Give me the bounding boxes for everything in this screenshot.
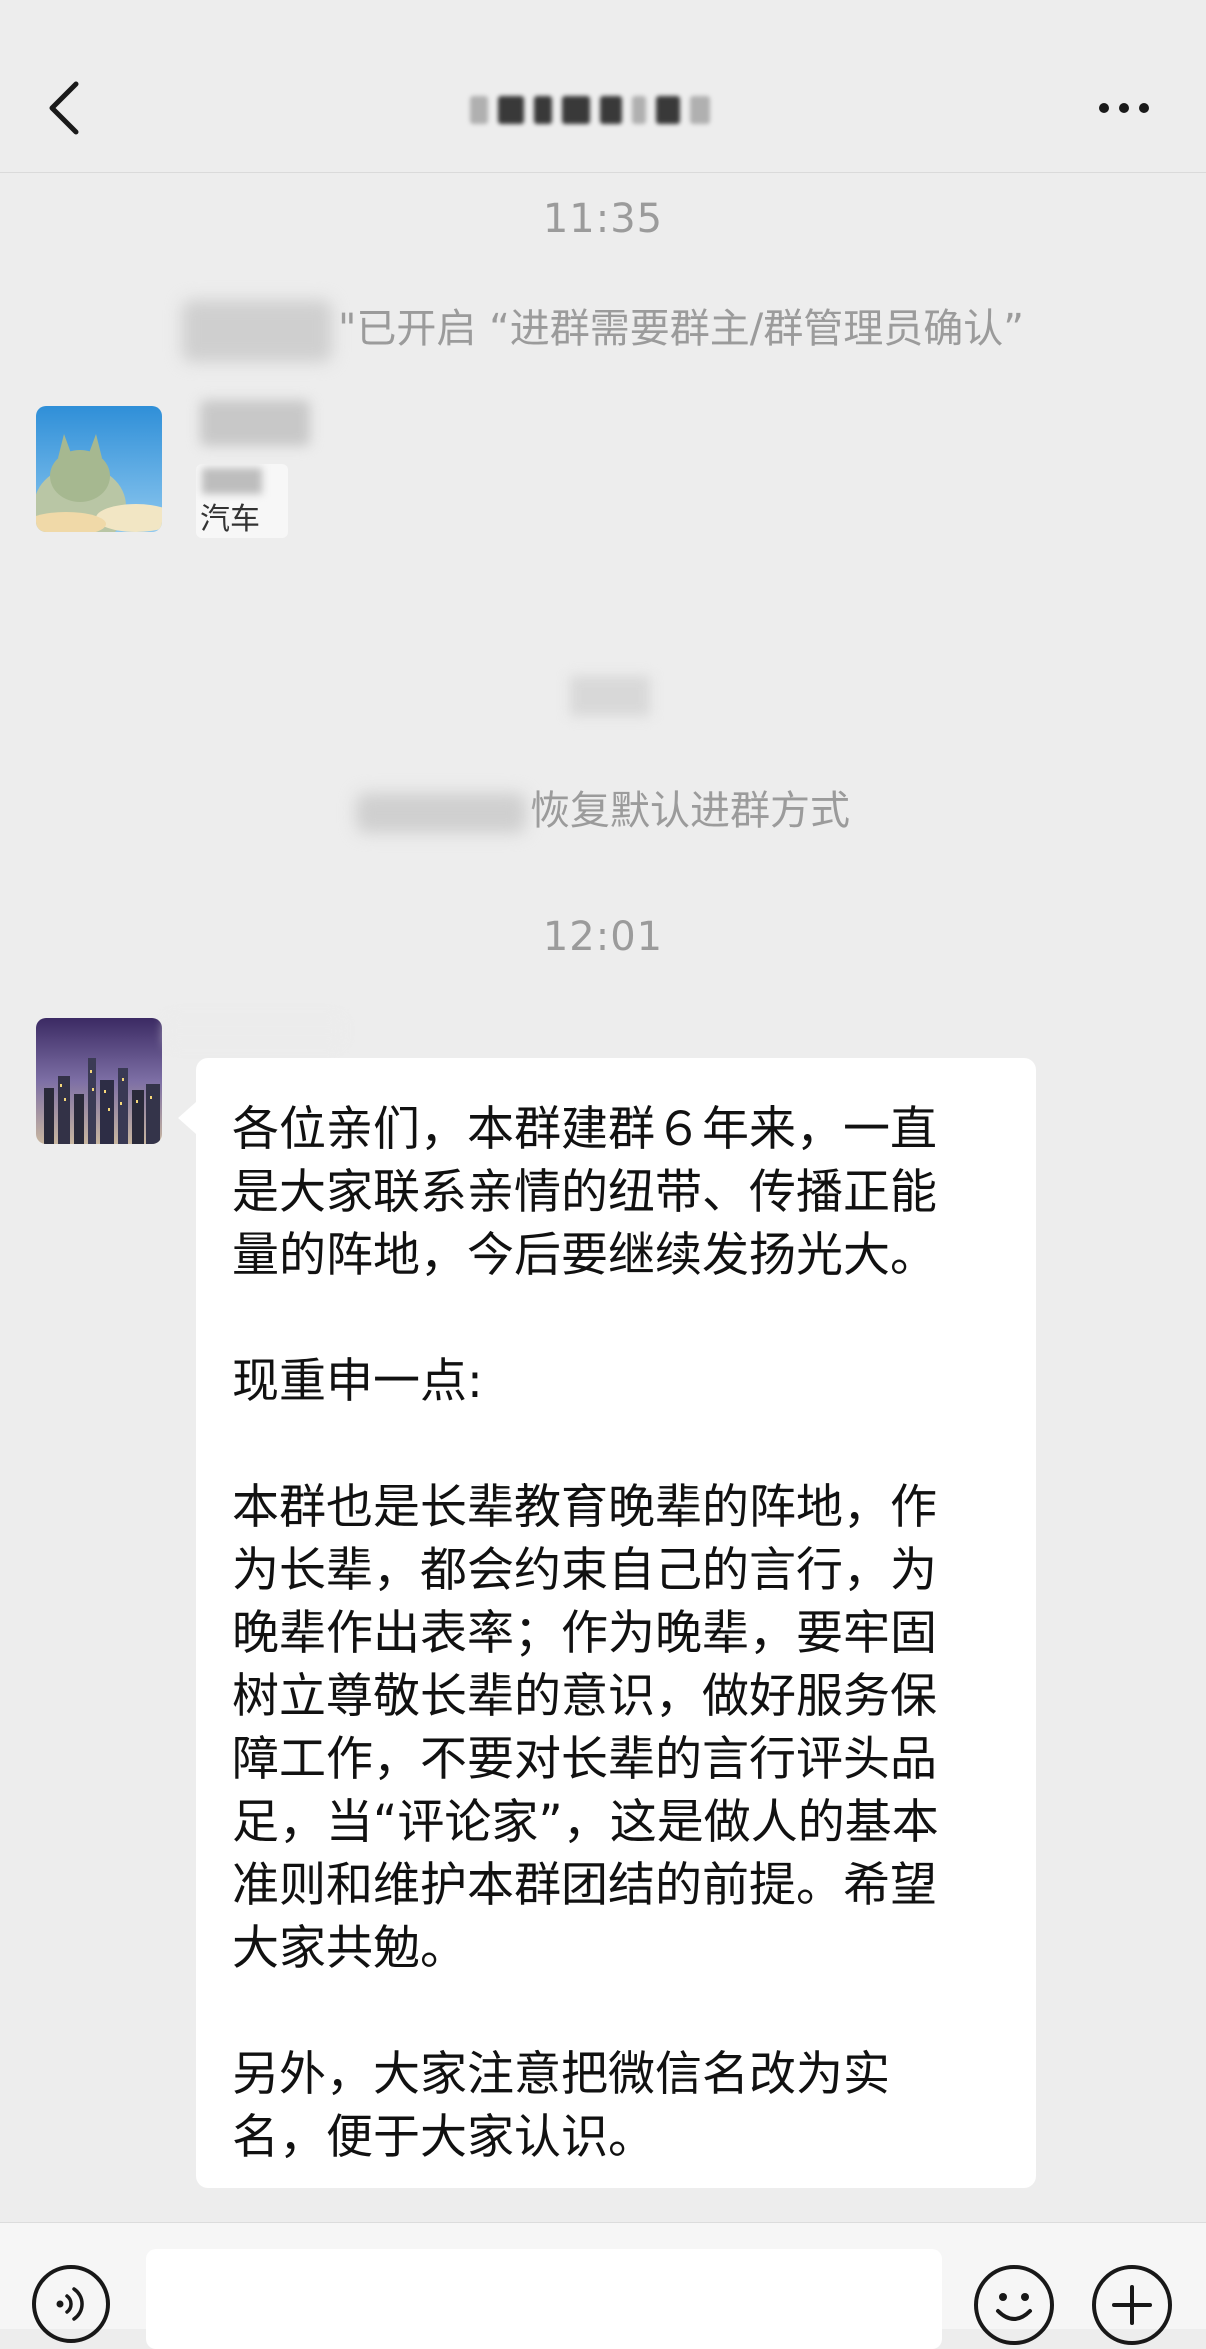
- message-line: 量的阵地，今后要继续发扬光大。: [232, 1228, 937, 1283]
- message-line: 另外，大家注意把微信名改为实: [232, 2047, 890, 2102]
- system-message: 恢复默认进群方式: [0, 778, 1206, 836]
- redacted-name: [356, 793, 526, 833]
- more-dots-icon: [1099, 103, 1109, 113]
- message-line: 大家共勉。: [232, 1921, 467, 1976]
- avatar[interactable]: [36, 1018, 162, 1144]
- emoji-button[interactable]: [974, 2265, 1054, 2345]
- timestamp: 11:35: [542, 196, 664, 242]
- chat-title-redacted: [470, 90, 810, 130]
- plus-button[interactable]: [1092, 2265, 1172, 2345]
- redacted-name: [181, 300, 332, 362]
- avatar-image: [36, 1018, 162, 1144]
- timestamp: 12:01: [542, 914, 664, 960]
- chat-header: [0, 0, 1206, 173]
- sticker-message[interactable]: 汽车: [196, 464, 288, 538]
- plus-icon: [1112, 2285, 1152, 2325]
- message-line: 准则和维护本群团结的前提。希望: [232, 1858, 937, 1913]
- message-bubble[interactable]: 各位亲们，本群建群６年来，一直 是大家联系亲情的纽带、传播正能 量的阵地，今后要…: [178, 1058, 1036, 2188]
- message-line: 足，当“评论家”，这是做人的基本: [232, 1795, 939, 1850]
- voice-icon: [56, 2287, 84, 2321]
- message-line: 各位亲们，本群建群６年来，一直: [232, 1102, 937, 1157]
- sender-name-redacted: [200, 400, 310, 446]
- more-button[interactable]: [1094, 96, 1154, 120]
- message-line: 障工作，不要对长辈的言行评头品: [232, 1732, 937, 1787]
- voice-button[interactable]: [32, 2265, 110, 2343]
- chevron-left-icon: [49, 81, 79, 135]
- system-message: "已开启 “进群需要群主/群管理员确认”: [0, 296, 1206, 362]
- message-line: 现重申一点:: [232, 1354, 483, 1409]
- avatar[interactable]: [36, 406, 162, 532]
- sender-name-redacted: [166, 1016, 342, 1046]
- message-line: 晚辈作出表率；作为晚辈，要牢固: [232, 1606, 937, 1661]
- redacted-fragment: [570, 676, 650, 716]
- message-line: 树立尊敬长辈的意识，做好服务保: [232, 1669, 937, 1724]
- message-line: 是大家联系亲情的纽带、传播正能: [232, 1165, 937, 1220]
- emoji-icon: [996, 2293, 1032, 2321]
- back-button[interactable]: [38, 68, 98, 148]
- avatar-image: [36, 406, 162, 532]
- message-input[interactable]: [146, 2249, 942, 2349]
- sticker-text: 汽车: [200, 502, 260, 537]
- input-toolbar: [0, 2222, 1206, 2349]
- message-line: 为长辈，都会约束自己的言行，为: [232, 1543, 937, 1598]
- message-line: 本群也是长辈教育晚辈的阵地，作: [232, 1480, 937, 1535]
- message-line: 名，便于大家认识。: [232, 2110, 655, 2165]
